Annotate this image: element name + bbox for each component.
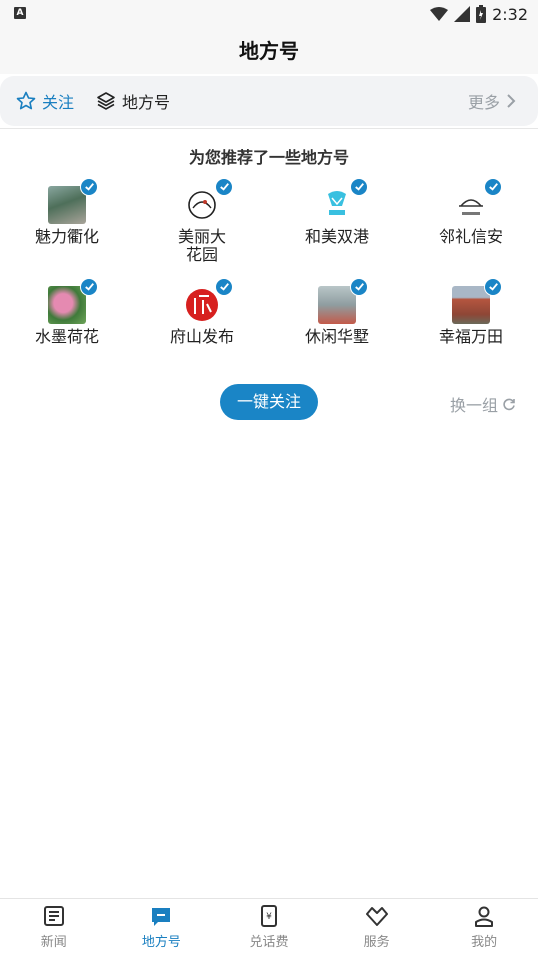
account-logo bbox=[452, 278, 502, 324]
status-icons: 2:32 bbox=[430, 4, 528, 24]
account-logo bbox=[48, 278, 98, 324]
account-name: 和美双港 bbox=[304, 227, 369, 246]
account-logo bbox=[318, 278, 368, 324]
nav-news[interactable]: 新闻 bbox=[0, 899, 108, 954]
recommend-item-xingfu-wantian[interactable]: 幸福万田 bbox=[411, 278, 531, 346]
wifi-icon bbox=[430, 7, 449, 21]
check-icon[interactable] bbox=[215, 178, 233, 196]
account-logo bbox=[183, 178, 233, 224]
clock: 2:32 bbox=[492, 4, 528, 24]
recommend-item-meili-dahuayuan[interactable]: 美丽大花园 bbox=[142, 178, 262, 264]
local-icon bbox=[152, 908, 171, 926]
bottom-nav: 新闻 地方号 ¥ 兑话费 服务 我的 bbox=[0, 898, 538, 954]
check-icon[interactable] bbox=[350, 178, 368, 196]
status-bar: A 2:32 bbox=[0, 0, 538, 28]
nav-phone-credit[interactable]: ¥ 兑话费 bbox=[215, 899, 323, 954]
check-icon[interactable] bbox=[350, 278, 368, 296]
star-icon bbox=[16, 91, 36, 110]
account-name: 府山发布 bbox=[169, 327, 234, 346]
account-logo bbox=[452, 178, 502, 224]
tab-local-label: 地方号 bbox=[122, 93, 171, 112]
account-name: 水墨荷花 bbox=[34, 327, 99, 346]
nav-phone-label: 兑话费 bbox=[249, 935, 289, 950]
recommend-item-xiuxian-huashu[interactable]: 休闲华墅 bbox=[277, 278, 397, 346]
recommend-title: 为您推荐了一些地方号 bbox=[188, 148, 349, 167]
check-icon[interactable] bbox=[80, 178, 98, 196]
tab-local[interactable]: 地方号 bbox=[96, 76, 170, 126]
nav-service-label: 服务 bbox=[363, 935, 390, 950]
check-icon[interactable] bbox=[80, 278, 98, 296]
battery-icon bbox=[476, 5, 487, 23]
recommend-item-shuimo-hehua[interactable]: 水墨荷花 bbox=[7, 278, 127, 346]
swap-button[interactable]: 换一组 bbox=[450, 392, 516, 416]
notification-icon: A bbox=[14, 7, 26, 19]
nav-me-label: 我的 bbox=[471, 935, 498, 950]
more-button[interactable]: 更多 bbox=[468, 76, 516, 126]
tab-bar: 关注 地方号 更多 bbox=[0, 76, 538, 126]
phone-icon: ¥ bbox=[260, 905, 277, 927]
layers-icon bbox=[97, 92, 115, 110]
nav-local-label: 地方号 bbox=[141, 935, 181, 950]
account-name: 邻礼信安 bbox=[438, 227, 503, 246]
account-name: 美丽大花园 bbox=[177, 227, 226, 264]
tab-follow-label: 关注 bbox=[42, 93, 75, 112]
account-name: 休闲华墅 bbox=[304, 327, 369, 346]
nav-news-label: 新闻 bbox=[40, 935, 67, 950]
divider bbox=[0, 128, 538, 129]
account-name: 魅力衢化 bbox=[34, 227, 99, 246]
check-icon[interactable] bbox=[484, 278, 502, 296]
account-logo bbox=[183, 278, 233, 324]
service-icon bbox=[365, 907, 388, 926]
nav-service[interactable]: 服务 bbox=[323, 899, 431, 954]
refresh-icon bbox=[503, 398, 515, 411]
recommend-item-meili-quhua[interactable]: 魅力衢化 bbox=[7, 178, 127, 246]
account-name: 幸福万田 bbox=[438, 327, 503, 346]
svg-text:¥: ¥ bbox=[266, 912, 272, 922]
chevron-right-icon bbox=[507, 94, 516, 108]
account-logo bbox=[318, 178, 368, 224]
check-icon[interactable] bbox=[215, 278, 233, 296]
nav-me[interactable]: 我的 bbox=[430, 899, 538, 954]
recommend-item-fushan-fabu[interactable]: 府山发布 bbox=[142, 278, 262, 346]
recommend-item-hemei-shuanggang[interactable]: 和美双港 bbox=[277, 178, 397, 246]
account-logo bbox=[48, 178, 98, 224]
more-label: 更多 bbox=[467, 93, 500, 112]
news-icon bbox=[43, 906, 64, 926]
signal-icon bbox=[454, 6, 471, 22]
follow-all-button[interactable]: 一键关注 bbox=[220, 384, 318, 420]
user-icon bbox=[475, 906, 494, 927]
check-icon[interactable] bbox=[484, 178, 502, 196]
recommend-item-linli-xinan[interactable]: 邻礼信安 bbox=[411, 178, 531, 246]
swap-label: 换一组 bbox=[450, 396, 499, 415]
page-title: 地方号 bbox=[239, 39, 299, 63]
tab-follow[interactable]: 关注 bbox=[16, 76, 74, 126]
nav-local[interactable]: 地方号 bbox=[108, 899, 216, 954]
app-header: 地方号 bbox=[0, 28, 538, 74]
